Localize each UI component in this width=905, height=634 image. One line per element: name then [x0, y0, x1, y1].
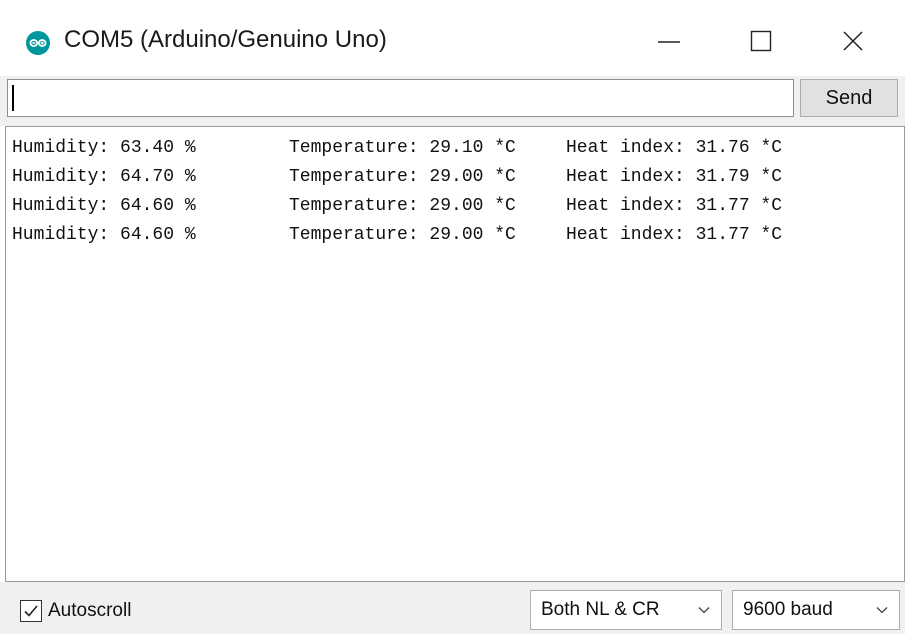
serial-monitor-window: COM5 (Arduino/Genuino Uno) Send Humidity… [0, 0, 905, 634]
humidity-reading: Humidity: 64.60 % [12, 225, 196, 245]
temperature-reading: Temperature: 29.00 *C [289, 167, 516, 187]
minimize-icon [658, 41, 680, 43]
maximize-button[interactable] [741, 24, 781, 58]
close-button[interactable] [833, 24, 873, 58]
output-line: Humidity: 64.60 % Temperature: 29.00 *C He… [12, 222, 904, 251]
status-toolbar: Autoscroll Both NL & CR 9600 baud [0, 582, 905, 634]
baud-rate-value: 9600 baud [743, 599, 833, 620]
humidity-reading: Humidity: 63.40 % [12, 138, 196, 158]
arduino-icon [26, 31, 50, 55]
autoscroll-label: Autoscroll [48, 600, 132, 621]
output-line: Humidity: 63.40 % Temperature: 29.10 *C He… [12, 135, 904, 164]
line-ending-select[interactable]: Both NL & CR [530, 590, 722, 630]
maximize-icon [750, 30, 772, 52]
window-title: COM5 (Arduino/Genuino Uno) [64, 26, 387, 53]
title-bar[interactable]: COM5 (Arduino/Genuino Uno) [0, 0, 905, 76]
heat-index-reading: Heat index: 31.76 *C [566, 138, 783, 158]
heat-index-reading: Heat index: 31.79 *C [566, 167, 783, 187]
autoscroll-checkbox[interactable] [20, 600, 42, 622]
checkmark-icon [24, 605, 38, 617]
minimize-button[interactable] [649, 24, 689, 58]
heat-index-reading: Heat index: 31.77 *C [566, 225, 783, 245]
baud-rate-select[interactable]: 9600 baud [732, 590, 900, 630]
serial-input[interactable] [7, 79, 794, 117]
temperature-reading: Temperature: 29.00 *C [289, 196, 516, 216]
text-cursor [12, 85, 14, 111]
output-line: Humidity: 64.70 % Temperature: 29.00 *C He… [12, 164, 904, 193]
humidity-reading: Humidity: 64.70 % [12, 167, 196, 187]
chevron-down-icon [698, 607, 710, 614]
chevron-down-icon [876, 607, 888, 614]
line-ending-value: Both NL & CR [541, 599, 660, 620]
humidity-reading: Humidity: 64.60 % [12, 196, 196, 216]
serial-output[interactable]: Humidity: 63.40 % Temperature: 29.10 *C He… [5, 126, 905, 582]
close-icon [843, 31, 863, 51]
send-toolbar: Send [0, 76, 905, 126]
send-button[interactable]: Send [800, 79, 898, 117]
temperature-reading: Temperature: 29.10 *C [289, 138, 516, 158]
temperature-reading: Temperature: 29.00 *C [289, 225, 516, 245]
heat-index-reading: Heat index: 31.77 *C [566, 196, 783, 216]
output-line: Humidity: 64.60 % Temperature: 29.00 *C He… [12, 193, 904, 222]
autoscroll-toggle[interactable]: Autoscroll [20, 600, 131, 622]
